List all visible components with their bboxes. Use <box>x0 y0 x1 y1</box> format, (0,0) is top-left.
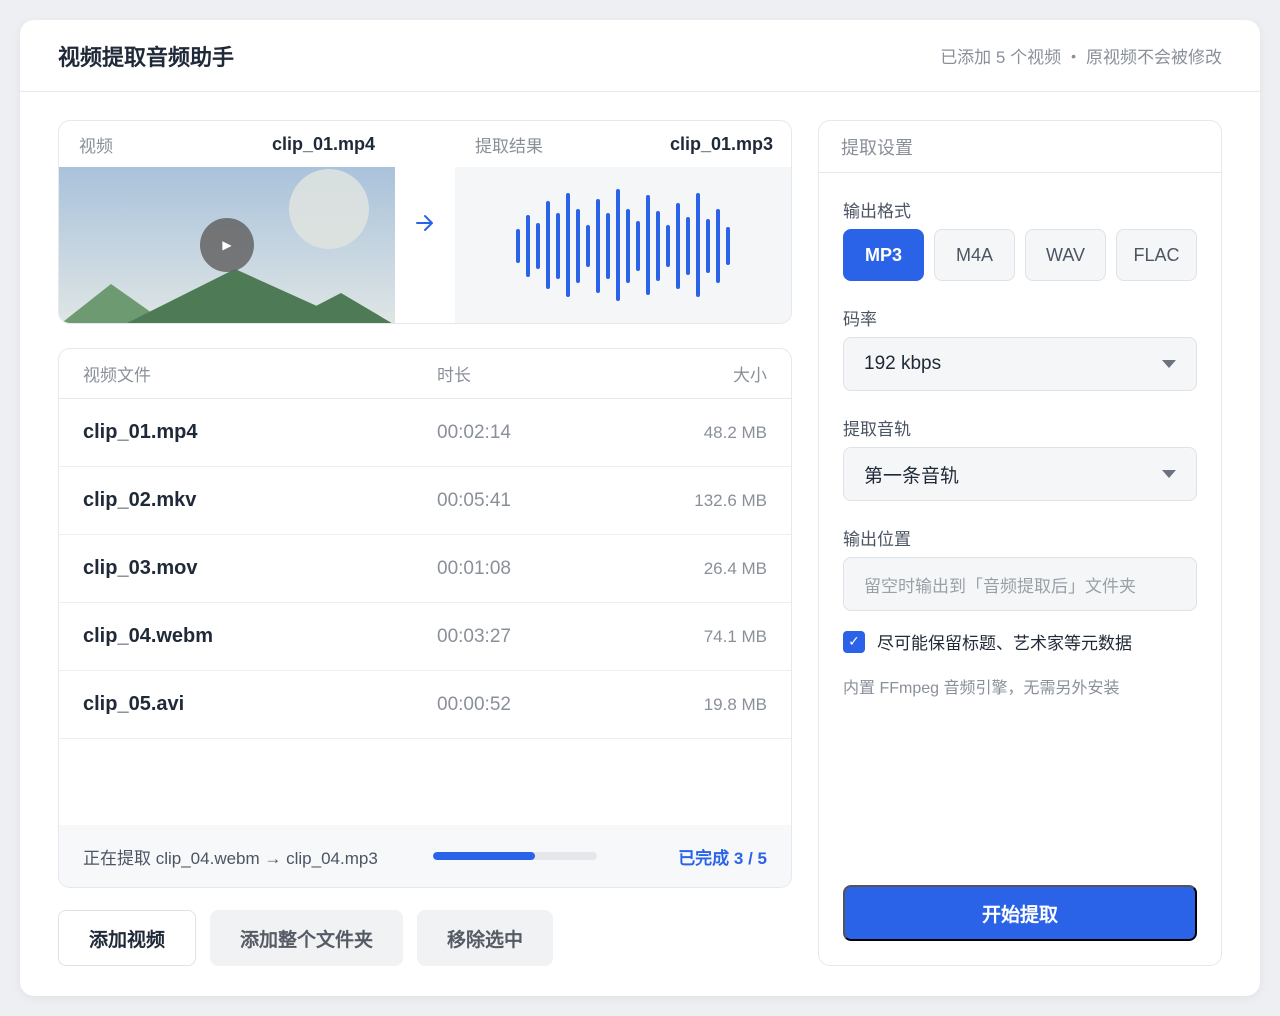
row-size: 48.2 MB <box>703 422 767 442</box>
bitrate-label: 码率 <box>843 310 877 329</box>
app-header: 视频提取音频助手 已添加 5 个视频 • 原视频不会被修改 <box>20 20 1260 92</box>
add-video-button[interactable]: 添加视频 <box>58 910 196 966</box>
row-filename: clip_02.mkv <box>83 489 197 511</box>
remove-selected-button[interactable]: 移除选中 <box>417 910 553 966</box>
row-filename: clip_01.mp4 <box>83 421 198 443</box>
status-text: 正在提取 clip_04.webm → clip_04.mp3 <box>83 848 378 868</box>
engine-hint: 内置 FFmpeg 音频引擎，无需另外安装 <box>843 680 1120 697</box>
bitrate-value: 192 kbps <box>864 353 942 374</box>
settings-title: 提取设置 <box>819 121 1221 173</box>
bitrate-select[interactable]: 192 kbps <box>843 337 1197 391</box>
col-header-duration[interactable]: 时长 <box>437 361 637 386</box>
row-size: 132.6 MB <box>694 490 767 510</box>
settings-panel: 提取设置 输出格式 MP3 M4A WAV FLAC 码率 192 kbps 提… <box>818 120 1222 966</box>
completed-count: 已完成 3 / 5 <box>678 848 767 868</box>
col-header-size[interactable]: 大小 <box>637 361 767 386</box>
col-header-name[interactable]: 视频文件 <box>83 361 437 386</box>
row-duration: 00:00:52 <box>437 693 511 715</box>
row-size: 74.1 MB <box>703 626 767 646</box>
table-row[interactable]: clip_02.mkv 00:05:41 132.6 MB <box>59 467 791 535</box>
table-row[interactable]: clip_03.mov 00:01:08 26.4 MB <box>59 535 791 603</box>
row-duration: 00:05:41 <box>437 489 511 511</box>
table-row[interactable]: clip_05.avi 00:00:52 19.8 MB <box>59 671 791 739</box>
track-select[interactable]: 第一条音轨 <box>843 447 1197 501</box>
play-icon[interactable]: ▶ <box>200 218 254 272</box>
add-folder-button[interactable]: 添加整个文件夹 <box>210 910 403 966</box>
format-option-mp3[interactable]: MP3 <box>843 229 924 281</box>
row-filename: clip_03.mov <box>83 557 198 579</box>
progress-bar <box>433 852 597 860</box>
metadata-option[interactable]: ✓ 尽可能保留标题、艺术家等元数据 <box>843 629 1197 654</box>
row-duration: 00:03:27 <box>437 625 511 647</box>
original-untouched-note: 原视频不会被修改 <box>1086 48 1222 67</box>
row-duration: 00:01:08 <box>437 557 511 579</box>
video-label-row: 视频 clip_01.mp4 <box>59 121 395 167</box>
progress-fill <box>433 852 535 860</box>
output-location-input[interactable]: 留空时输出到「音频提取后」文件夹 <box>843 557 1197 611</box>
table-row[interactable]: clip_04.webm 00:03:27 74.1 MB <box>59 603 791 671</box>
chevron-down-icon <box>1162 360 1176 368</box>
audio-waveform-area <box>455 167 791 323</box>
app-title: 视频提取音频助手 <box>58 44 235 70</box>
track-value: 第一条音轨 <box>864 465 960 487</box>
result-filename: clip_01.mp3 <box>669 133 773 154</box>
header-info: 已添加 5 个视频 • 原视频不会被修改 <box>940 43 1222 68</box>
metadata-checkbox[interactable]: ✓ <box>843 630 865 653</box>
track-label: 提取音轨 <box>843 420 911 439</box>
metadata-checkbox-label: 尽可能保留标题、艺术家等元数据 <box>877 634 1132 653</box>
table-header: 视频文件 时长 大小 <box>59 349 791 399</box>
output-label: 输出位置 <box>843 530 911 549</box>
result-label-row: 提取结果 clip_01.mp3 <box>455 121 791 167</box>
preview-panel: 视频 clip_01.mp4 ▶ 提取结果 clip_01.mp3 <box>58 120 792 324</box>
video-file-table: 视频文件 时长 大小 clip_01.mp4 00:02:14 48.2 MB … <box>58 348 792 888</box>
arrow-right-icon <box>395 167 455 279</box>
left-column: 视频 clip_01.mp4 ▶ 提取结果 clip_01.mp3 视频文件 时… <box>58 120 792 966</box>
row-duration: 00:02:14 <box>437 421 511 443</box>
video-filename: clip_01.mp4 <box>271 133 375 154</box>
format-label: 输出格式 <box>843 202 911 221</box>
video-count-text: 已添加 5 个视频 <box>940 48 1062 67</box>
result-label: 提取结果 <box>475 136 543 156</box>
format-option-m4a[interactable]: M4A <box>934 229 1015 281</box>
row-filename: clip_05.avi <box>83 693 185 715</box>
settings-body: 输出格式 MP3 M4A WAV FLAC 码率 192 kbps 提取音轨 第… <box>819 197 1221 698</box>
row-filename: clip_04.webm <box>83 625 214 647</box>
table-row[interactable]: clip_01.mp4 00:02:14 48.2 MB <box>59 399 791 467</box>
start-extraction-button[interactable]: 开始提取 <box>843 885 1197 941</box>
video-thumbnail: ▶ <box>59 167 395 323</box>
format-option-flac[interactable]: FLAC <box>1116 229 1197 281</box>
output-placeholder: 留空时输出到「音频提取后」文件夹 <box>864 576 1136 596</box>
chevron-down-icon <box>1162 470 1176 478</box>
row-size: 26.4 MB <box>703 558 767 578</box>
video-label: 视频 <box>79 136 113 156</box>
separator-dot: • <box>1071 47 1076 64</box>
sun-circle <box>289 169 369 249</box>
extraction-status-bar: 正在提取 clip_04.webm → clip_04.mp3 已完成 3 / … <box>59 825 791 887</box>
row-size: 19.8 MB <box>703 694 767 714</box>
app-window: 视频提取音频助手 已添加 5 个视频 • 原视频不会被修改 视频 clip_01… <box>20 20 1260 996</box>
waveform-icon <box>516 189 730 301</box>
action-buttons: 添加视频 添加整个文件夹 移除选中 <box>58 910 792 966</box>
format-option-wav[interactable]: WAV <box>1025 229 1106 281</box>
format-selector: MP3 M4A WAV FLAC <box>843 229 1197 281</box>
